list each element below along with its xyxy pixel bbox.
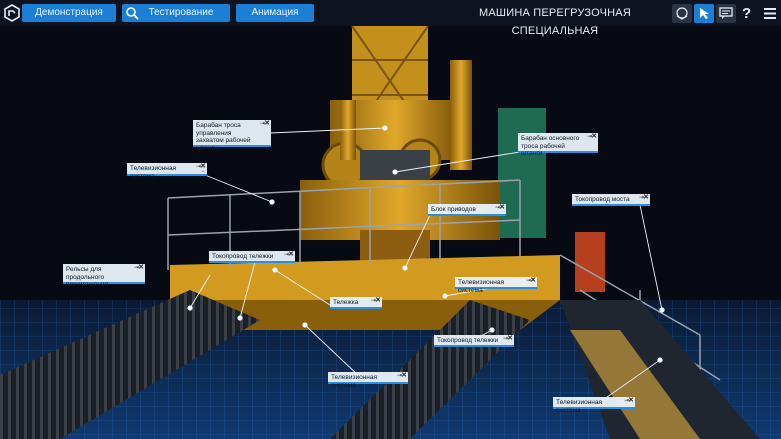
callout-label[interactable]: Рельсы для продольного перемещения ⇥ ✕ xyxy=(63,264,145,288)
pointer-tool-button[interactable] xyxy=(694,4,714,23)
callout-label[interactable]: Токопровод моста ⇥ ✕ xyxy=(572,194,650,206)
animation-button[interactable]: Анимация xyxy=(236,4,314,22)
close-icon[interactable]: ✕ xyxy=(507,335,513,342)
callout-text: Рельсы для продольного перемещения xyxy=(66,266,109,288)
close-icon[interactable]: ✕ xyxy=(628,397,634,404)
callout-text: Токопровод тележки xyxy=(212,253,274,260)
close-icon[interactable]: ✕ xyxy=(591,133,597,140)
demo-button[interactable]: Демонстрация xyxy=(22,4,116,22)
layers-button[interactable] xyxy=(672,4,692,23)
chevron-down-icon[interactable]: ⌄ xyxy=(201,169,205,174)
callout-label[interactable]: Телевизионная система ⇥ ✕ xyxy=(455,277,537,294)
callout-label[interactable]: Блок приводов ⇥ ✕ xyxy=(428,204,506,216)
chat-button[interactable] xyxy=(716,4,736,23)
callout-label[interactable]: Барабан основного троса рабочей штанги ⇥… xyxy=(518,133,598,157)
callout-label[interactable]: Токопровод тележки ⇥ ✕ xyxy=(434,335,514,347)
close-icon[interactable]: ✕ xyxy=(499,204,505,211)
callout-text: Тележка xyxy=(333,299,359,306)
callout-text: Токопровод моста xyxy=(575,196,630,203)
menu-button[interactable] xyxy=(760,4,780,23)
close-icon[interactable]: ✕ xyxy=(138,264,144,271)
callout-label[interactable]: Тележка ⇥ ✕ xyxy=(330,297,382,309)
close-icon[interactable]: ✕ xyxy=(375,297,381,304)
close-icon[interactable]: ✕ xyxy=(530,277,536,284)
close-icon[interactable]: ✕ xyxy=(643,194,649,201)
help-button[interactable]: ? xyxy=(738,4,758,23)
top-toolbar: Демонстрация Тестирование Анимация МАШИН… xyxy=(0,0,781,37)
page-title: МАШИНА ПЕРЕГРУЗОЧНАЯ СПЕЦИАЛЬНАЯ xyxy=(479,7,631,37)
help-icon: ? xyxy=(742,5,752,22)
callout-label[interactable]: Барабан троса управления захватом рабоче… xyxy=(193,120,271,152)
close-icon[interactable]: ✕ xyxy=(401,372,407,379)
app-logo-icon[interactable] xyxy=(3,4,21,22)
callout-text: Блок приводов xyxy=(431,206,476,213)
close-icon[interactable]: ✕ xyxy=(264,120,270,127)
test-button-label: Тестирование xyxy=(148,7,214,18)
callout-label[interactable]: Телевизионная система ⇥ ✕ ⌄ xyxy=(127,163,207,180)
callout-label[interactable]: Токопровод тележки ⇥ ✕ xyxy=(209,251,295,263)
animation-button-label: Анимация xyxy=(251,7,299,18)
callout-text: Токопровод тележки xyxy=(437,337,499,344)
test-button[interactable]: Тестирование xyxy=(122,4,230,22)
demo-button-label: Демонстрация xyxy=(35,7,103,18)
close-icon[interactable]: ✕ xyxy=(288,251,294,258)
callout-label[interactable]: Телевизионная система ⇥ ✕ xyxy=(328,372,408,389)
callout-label[interactable]: Телевизионная система ⇥ ✕ xyxy=(553,397,635,414)
search-icon xyxy=(125,6,139,20)
